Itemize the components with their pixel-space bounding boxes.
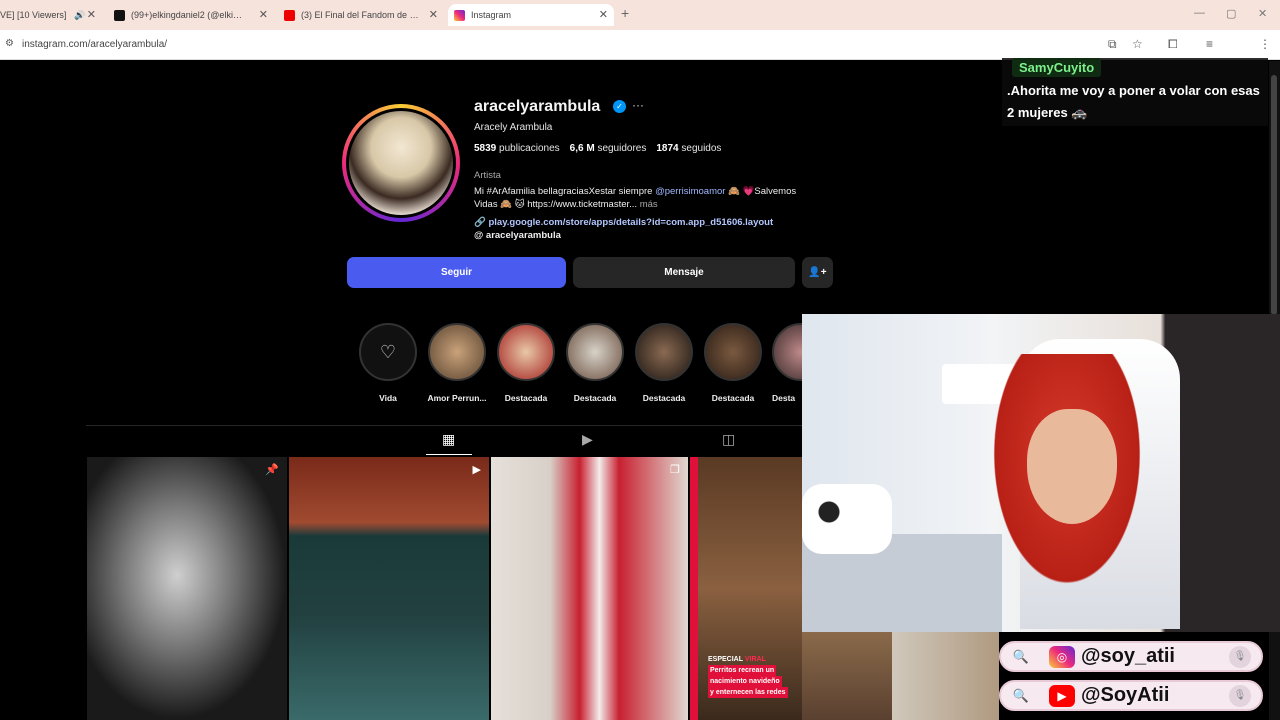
- close-tab-icon[interactable]: ✕: [259, 8, 268, 21]
- browser-tab-bar: VE] [10 Viewers] 🔊 ✕ (99+)elkingdaniel2 …: [0, 0, 1280, 30]
- youtube-icon: ▶: [1049, 684, 1075, 707]
- message-button[interactable]: Mensaje: [573, 257, 795, 288]
- webcam-plush: [802, 484, 892, 554]
- url-field[interactable]: instagram.com/aracelyarambula/: [22, 39, 167, 50]
- heart-chat-icon: ♡: [359, 323, 417, 381]
- install-app-icon[interactable]: ⧉: [1108, 37, 1117, 52]
- post-caption-overlay: ESPECIAL VIRAL Perritos recrean un nacim…: [708, 656, 788, 698]
- highlight-thumbnail: [497, 323, 555, 381]
- grid-icon: ▦: [442, 431, 456, 447]
- scrollbar-thumb[interactable]: [1271, 75, 1277, 315]
- youtube-icon: [284, 9, 295, 21]
- threads-link[interactable]: @ aracelyarambula: [474, 230, 561, 241]
- bio-mention-link[interactable]: @perrisimoamor: [655, 186, 725, 197]
- post-thumbnail[interactable]: ESPECIAL VIRAL Perritos recrean un nacim…: [690, 457, 802, 720]
- browser-tab-live[interactable]: VE] [10 Viewers] 🔊 ✕: [0, 4, 100, 26]
- post-thumbnail[interactable]: ▶: [289, 457, 489, 720]
- post-thumbnail[interactable]: ❐: [491, 457, 688, 720]
- tagged-tab[interactable]: ◫: [722, 431, 735, 448]
- close-tab-icon[interactable]: ✕: [429, 8, 438, 21]
- highlight-thumbnail: [635, 323, 693, 381]
- social-youtube-bar: 🔍 ▶ @SoyAtii 🎙: [999, 680, 1263, 711]
- highlight-destacada-4[interactable]: Destacada: [703, 323, 763, 403]
- address-bar: ⚙ instagram.com/aracelyarambula/ ⧉ ☆ ⧠ ≡…: [0, 30, 1280, 82]
- tiktok-icon: [114, 9, 125, 21]
- highlight-destacada-5[interactable]: Desta: [772, 323, 802, 403]
- tagged-icon: ◫: [722, 431, 736, 447]
- posts-grid-tab[interactable]: ▦: [442, 431, 455, 448]
- browser-tab-tiktok[interactable]: (99+)elkingdaniel2 (@elkingd ✕: [114, 4, 274, 26]
- bio-more-link[interactable]: más: [637, 199, 658, 210]
- add-user-icon: 👤+: [808, 267, 827, 278]
- highlight-vida[interactable]: ♡ Vida: [358, 323, 418, 403]
- verified-badge-icon: ✓: [613, 100, 626, 113]
- browser-tab-instagram[interactable]: Instagram ✕: [448, 4, 614, 26]
- highlight-destacada-1[interactable]: Destacada: [496, 323, 556, 403]
- chat-message: .Ahorita me voy a poner a volar con esas…: [1007, 83, 1260, 120]
- highlight-thumbnail: [772, 323, 802, 381]
- browser-menu-icon[interactable]: ⋮: [1259, 37, 1271, 51]
- options-icon[interactable]: ···: [632, 98, 644, 112]
- microphone-icon: 🎙: [1229, 645, 1251, 668]
- instagram-icon: [454, 9, 465, 21]
- search-icon: 🔍: [1012, 648, 1030, 664]
- highlight-destacada-3[interactable]: Destacada: [634, 323, 694, 403]
- webcam-person-face: [1027, 409, 1117, 524]
- highlight-thumbnail: [566, 323, 624, 381]
- media-controls-icon[interactable]: ≡: [1206, 37, 1213, 51]
- bookmark-star-icon[interactable]: ☆: [1132, 37, 1143, 51]
- profile-avatar[interactable]: [346, 108, 456, 218]
- post-thumbnail[interactable]: 📌: [87, 457, 287, 720]
- threads-icon: @: [474, 230, 484, 241]
- maximize-icon[interactable]: ▢: [1226, 7, 1236, 20]
- profile-stats: 5839 publicaciones 6,6 M seguidores 1874…: [474, 143, 721, 154]
- webcam-overlay: [802, 314, 1280, 632]
- speaker-icon: 🔊: [74, 9, 86, 20]
- highlight-thumbnail: [704, 323, 762, 381]
- posts-stat: 5839 publicaciones: [474, 143, 560, 154]
- post-thumbnail[interactable]: [802, 632, 892, 720]
- close-tab-icon[interactable]: ✕: [87, 8, 96, 21]
- profile-external-link[interactable]: 🔗 play.google.com/store/apps/details?id=…: [474, 217, 773, 228]
- following-stat[interactable]: 1874 seguidos: [656, 143, 721, 154]
- highlight-destacada-2[interactable]: Destacada: [565, 323, 625, 403]
- follow-button[interactable]: Seguir: [347, 257, 566, 288]
- chat-username: SamyCuyito: [1012, 58, 1102, 77]
- post-thumbnail[interactable]: [892, 632, 999, 720]
- browser-tab-youtube[interactable]: (3) El Final del Fandom de Stran ✕: [284, 4, 444, 26]
- close-window-icon[interactable]: ✕: [1258, 7, 1267, 20]
- active-tab-indicator: [426, 454, 472, 455]
- instagram-icon: ◎: [1049, 645, 1075, 668]
- minimize-icon[interactable]: —: [1194, 7, 1205, 19]
- profile-bio: Mi #ArAfamilia bellagraciasXestar siempr…: [474, 186, 797, 210]
- search-icon: 🔍: [1012, 687, 1030, 703]
- microphone-icon: 🎙: [1229, 684, 1251, 707]
- link-icon: 🔗: [474, 217, 486, 228]
- reels-tab[interactable]: ▶: [582, 431, 593, 448]
- suggest-user-button[interactable]: 👤+: [802, 257, 833, 288]
- profile-username: aracelyarambula: [474, 98, 601, 115]
- new-tab-icon[interactable]: +: [621, 5, 629, 21]
- site-info-icon[interactable]: ⚙: [5, 38, 14, 49]
- pin-icon: 📌: [265, 464, 279, 476]
- highlight-thumbnail: [428, 323, 486, 381]
- extensions-icon[interactable]: ⧠: [1168, 37, 1178, 52]
- profile-category: Artista: [474, 170, 501, 181]
- carousel-icon: ❐: [670, 464, 680, 476]
- close-tab-icon[interactable]: ✕: [599, 8, 608, 21]
- followers-stat[interactable]: 6,6 M seguidores: [570, 143, 647, 154]
- highlight-amor-perruno[interactable]: Amor Perrun...: [427, 323, 487, 403]
- reels-icon: ▶: [582, 431, 593, 447]
- social-instagram-bar: 🔍 ◎ @soy_atii 🎙: [999, 641, 1263, 672]
- profile-full-name: Aracely Arambula: [474, 122, 553, 133]
- reel-icon: ▶: [472, 464, 481, 476]
